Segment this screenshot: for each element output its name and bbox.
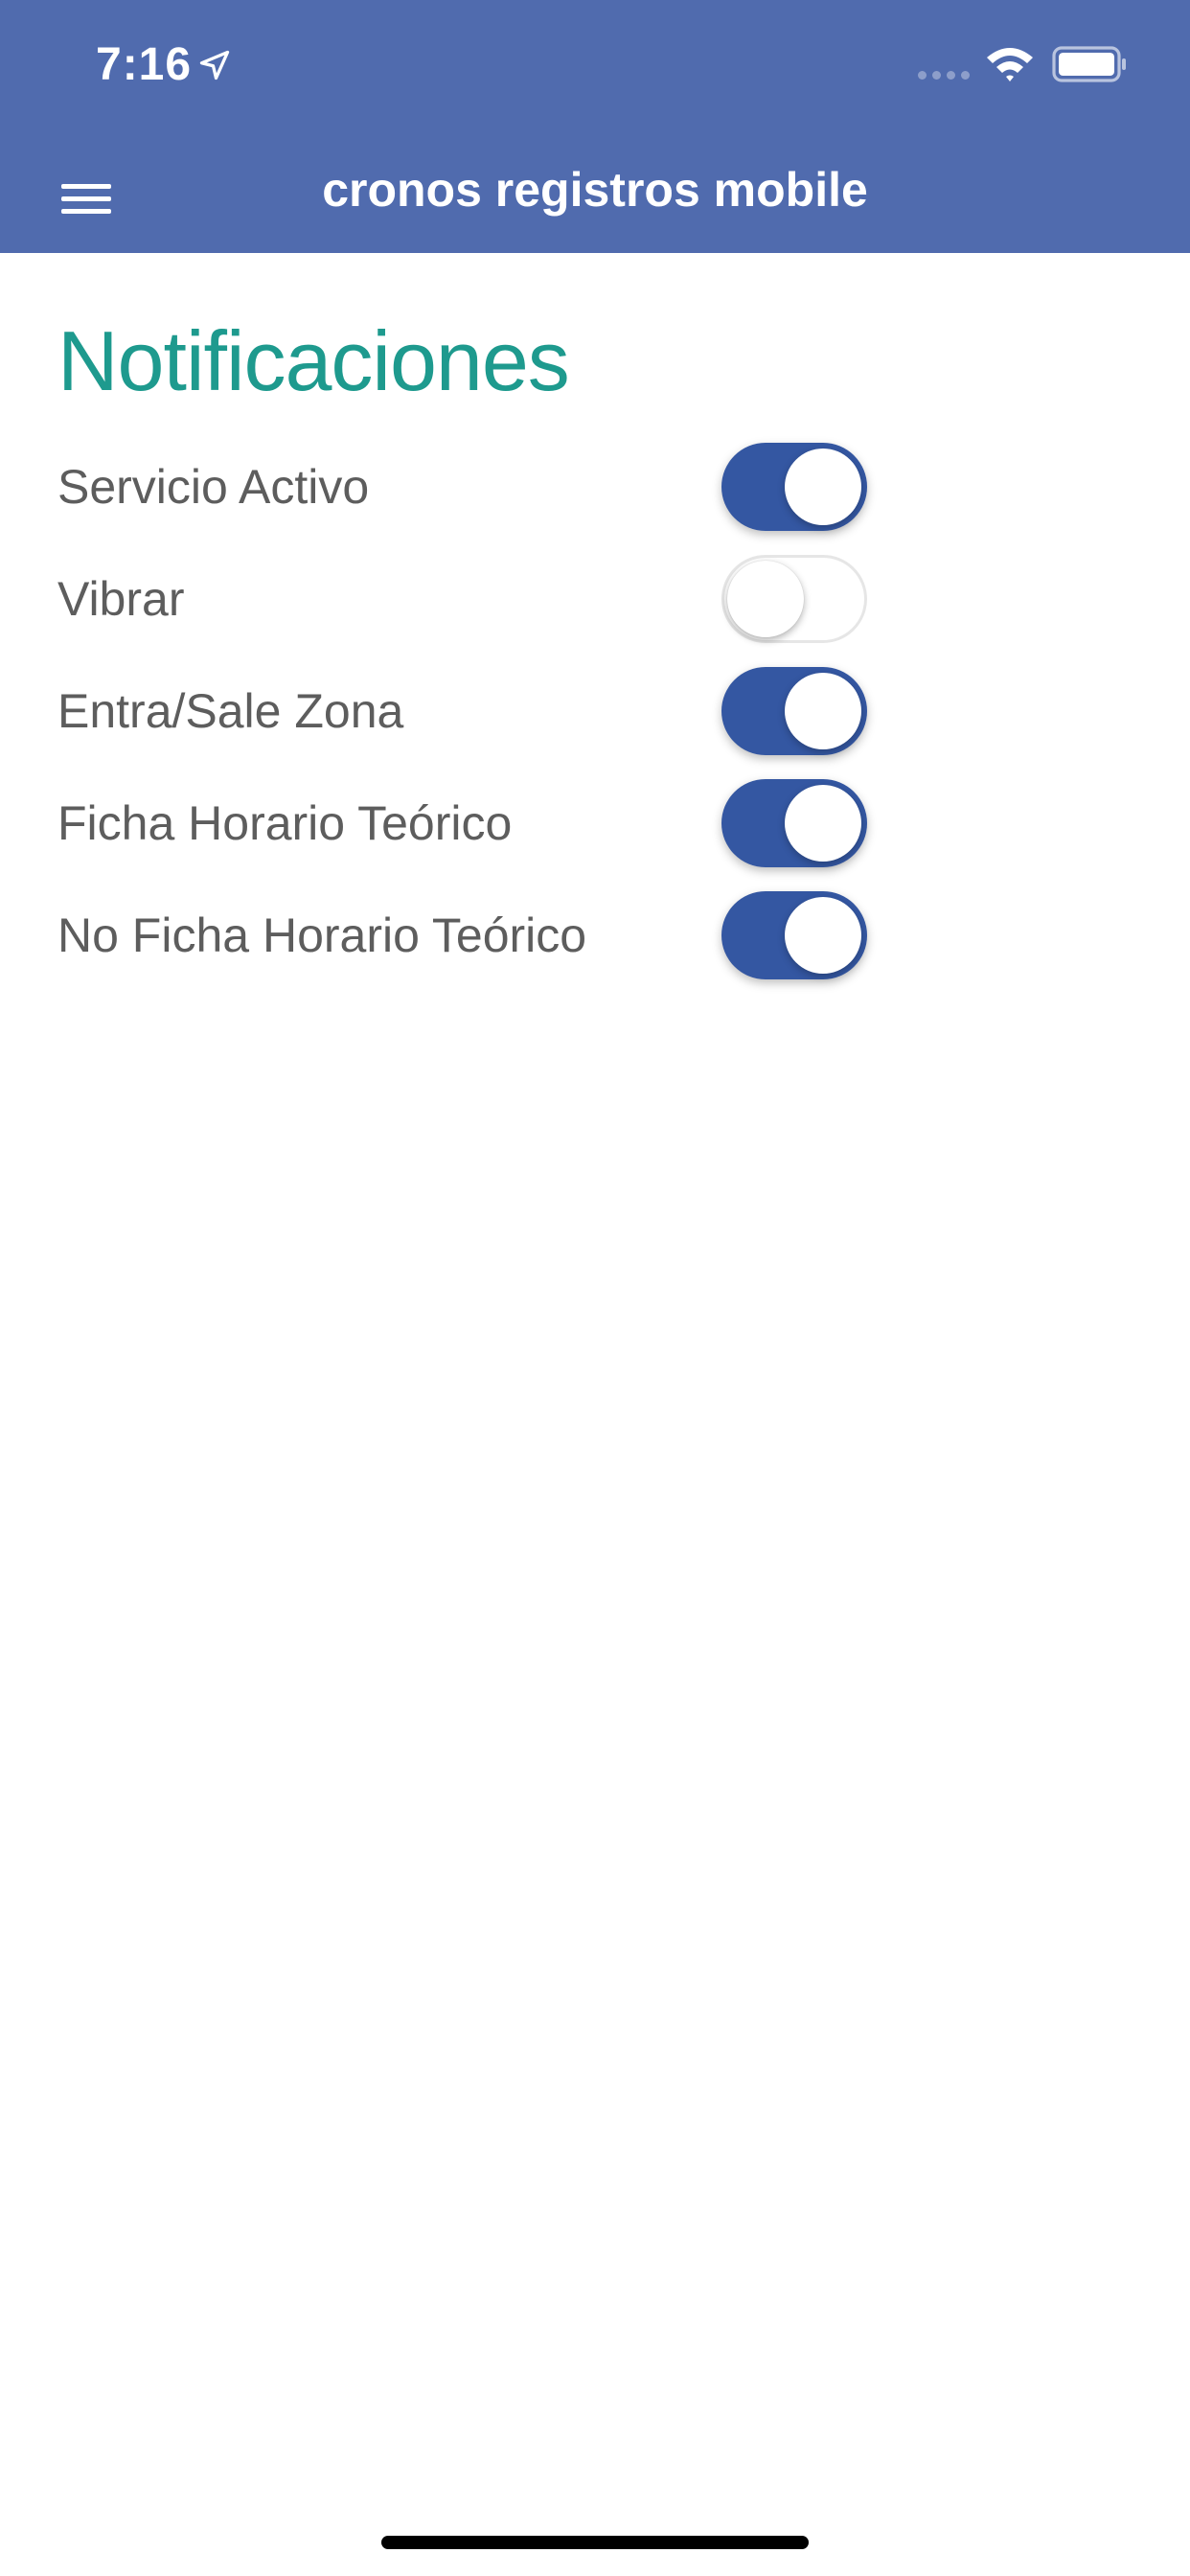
setting-row-vibrar: Vibrar [57,551,872,647]
setting-row-no-ficha-horario-teorico: No Ficha Horario Teórico [57,887,872,983]
toggle-knob [785,785,861,862]
app-header: 7:16 cronos registros mobile [0,0,1190,253]
setting-label: Vibrar [57,572,185,626]
setting-row-servicio-activo: Servicio Activo [57,439,872,535]
setting-label: No Ficha Horario Teórico [57,908,587,962]
signal-icon [918,71,970,80]
toggle-knob [785,673,861,749]
no-ficha-horario-teorico-toggle[interactable] [721,891,867,979]
status-time: 7:16 [96,39,193,90]
setting-label: Servicio Activo [57,460,370,514]
ficha-horario-teorico-toggle[interactable] [721,779,867,867]
toggle-knob [727,561,804,637]
location-arrow-icon [199,50,230,80]
entra-sale-zona-toggle[interactable] [721,667,867,755]
servicio-activo-toggle[interactable] [721,443,867,531]
setting-label: Ficha Horario Teórico [57,796,513,850]
setting-row-entra-sale-zona: Entra/Sale Zona [57,663,872,759]
vibrar-toggle[interactable] [721,555,867,643]
notifications-title: Notificaciones [57,313,570,408]
setting-row-ficha-horario-teorico: Ficha Horario Teórico [57,775,872,871]
toggle-knob [785,897,861,974]
home-indicator [381,2536,809,2549]
wifi-icon [987,48,1033,81]
app-title: cronos registros mobile [322,163,868,217]
setting-label: Entra/Sale Zona [57,684,404,738]
toggle-knob [785,448,861,525]
battery-icon [1052,46,1126,82]
